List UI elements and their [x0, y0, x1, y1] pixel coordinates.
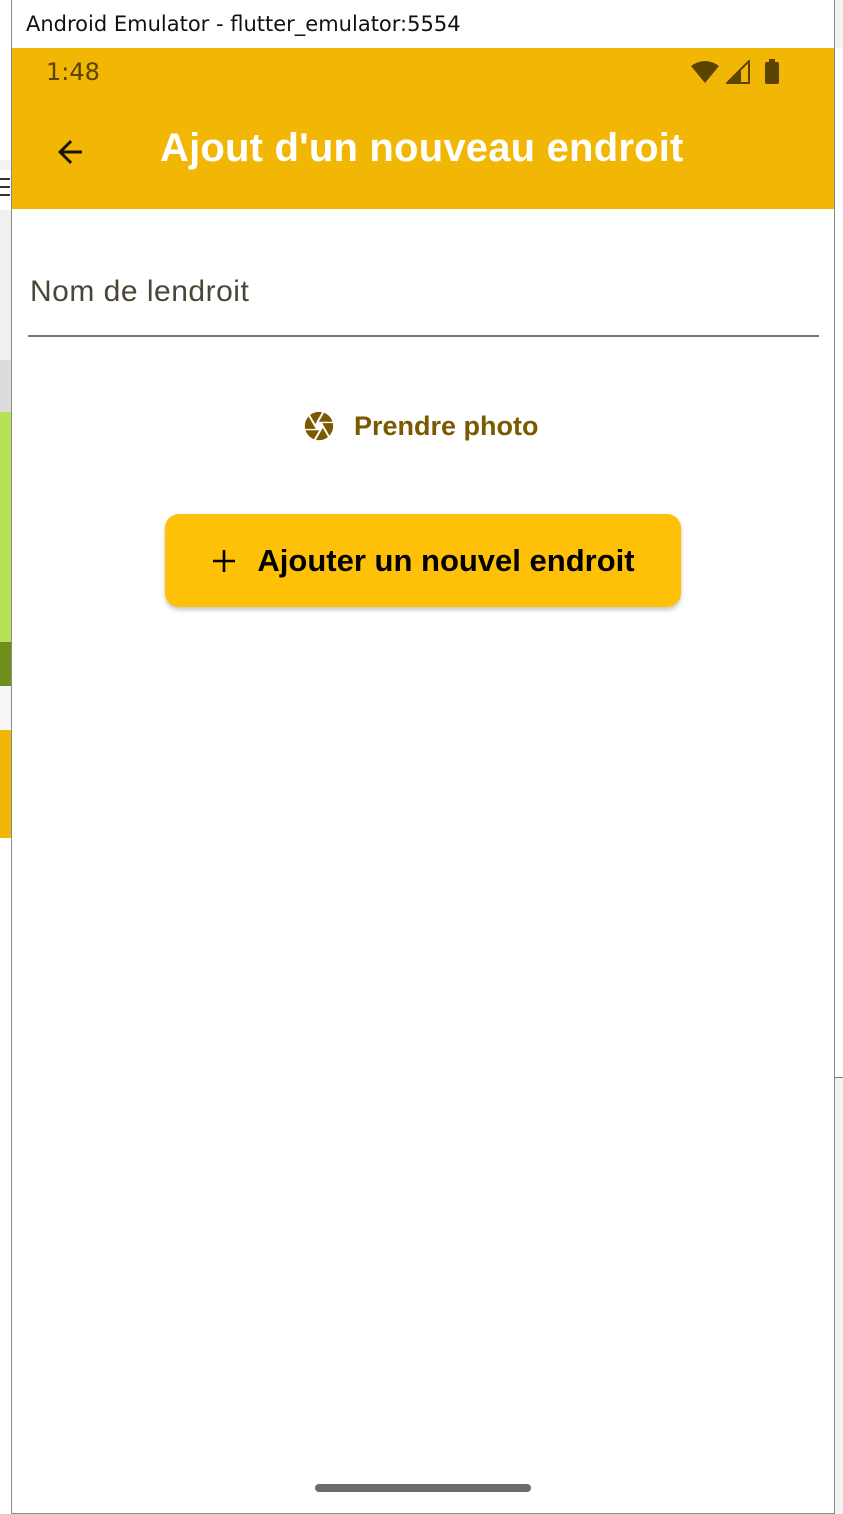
- cellular-signal-icon: [726, 60, 750, 84]
- place-name-field: [28, 249, 819, 337]
- desktop-divider: [835, 1077, 843, 1078]
- arrow-back-icon: [58, 140, 82, 164]
- take-photo-label: Prendre photo: [354, 410, 539, 441]
- take-photo-button[interactable]: Prendre photo: [302, 405, 539, 447]
- plus-icon: [213, 549, 236, 572]
- wifi-icon: [691, 61, 719, 83]
- back-button[interactable]: [48, 130, 92, 174]
- add-place-label: Ajouter un nouvel endroit: [257, 542, 635, 578]
- window-titlebar[interactable]: Android Emulator - flutter_emulator:5554: [12, 0, 834, 48]
- add-place-button[interactable]: Ajouter un nouvel endroit: [165, 514, 681, 607]
- window-title: Android Emulator - flutter_emulator:5554: [26, 12, 461, 36]
- desktop-background: [835, 48, 843, 1078]
- place-name-input[interactable]: [28, 249, 819, 335]
- form-content: Prendre photo Ajouter un nouvel endroit: [12, 209, 834, 1513]
- battery-icon: [765, 59, 779, 84]
- page-title: Ajout d'un nouveau endroit: [160, 126, 684, 170]
- status-bar: 1:48: [12, 48, 834, 96]
- home-indicator[interactable]: [315, 1484, 531, 1492]
- camera-aperture-icon: [304, 411, 334, 441]
- status-time: 1:48: [46, 58, 100, 86]
- app-bar: Ajout d'un nouveau endroit: [12, 96, 834, 209]
- emulator-window: Android Emulator - flutter_emulator:5554…: [11, 0, 835, 1514]
- status-icons: [690, 59, 780, 85]
